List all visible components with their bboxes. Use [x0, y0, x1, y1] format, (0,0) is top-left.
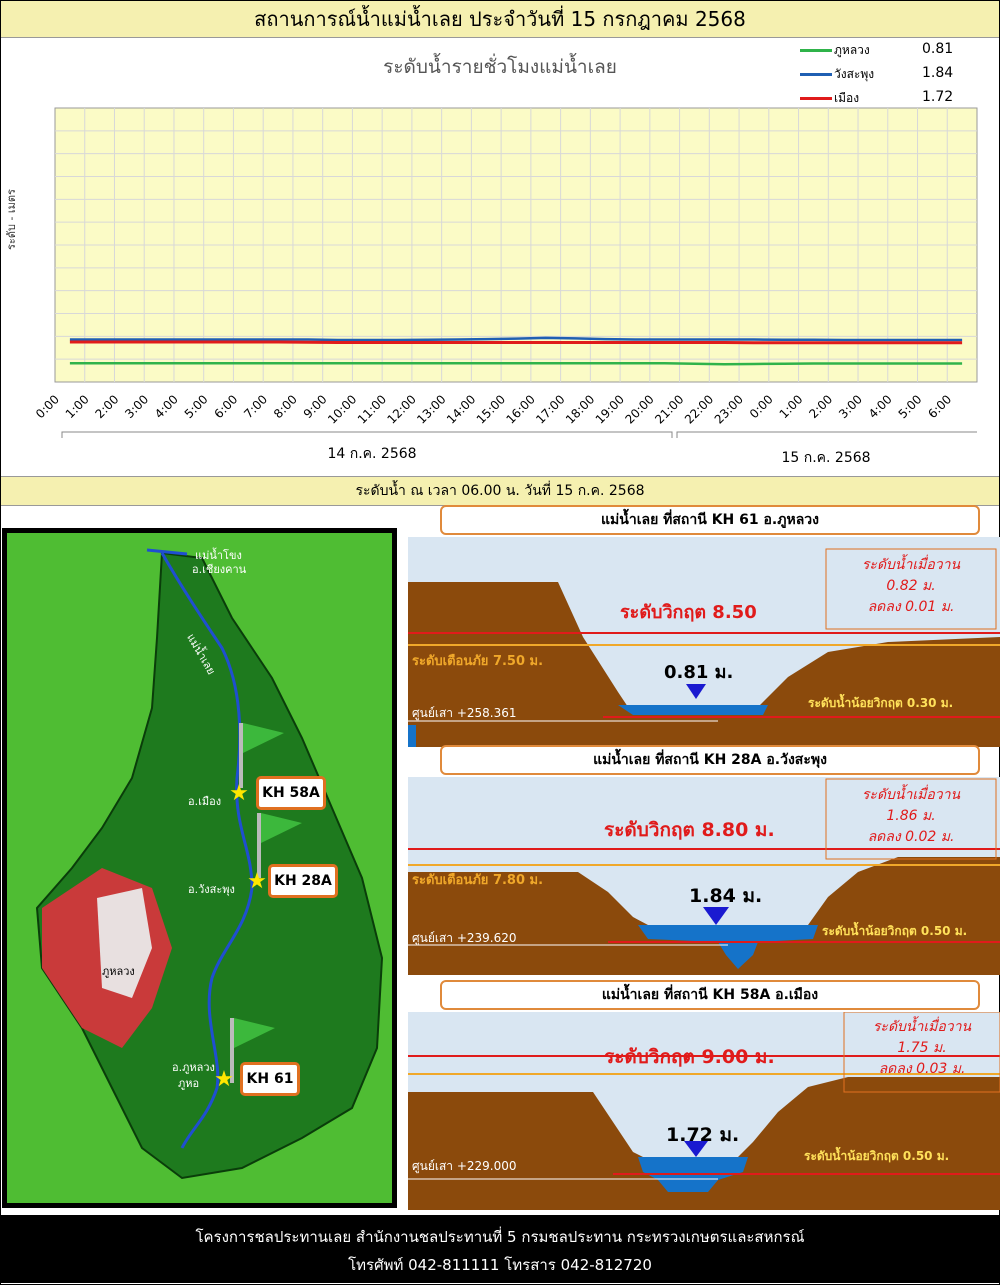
x-tick-label: 6:00: [211, 392, 240, 421]
x-tick-label: 23:00: [712, 392, 746, 426]
x-tick-label: 17:00: [533, 392, 567, 426]
low-critical-label: ระดับน้ำน้อยวิกฤต 0.30 ม.: [808, 696, 954, 710]
map-label-wang-saphung: อ.วังสะพุง: [188, 883, 235, 896]
star-icon: ★: [247, 869, 267, 894]
x-tick-label: 1:00: [63, 392, 92, 421]
x-tick-label: 19:00: [593, 392, 627, 426]
x-tick-label: 6:00: [925, 392, 954, 421]
x-tick-label: 1:00: [777, 392, 806, 421]
level-change: ลดลง 0.02 ม.: [867, 829, 955, 845]
warning-level-label: ระดับเตือนภัย 7.80 ม.: [412, 873, 544, 888]
yesterday-value: 1.86 ม.: [886, 808, 936, 824]
map-label-chiang-khan: อ.เชียงคาน: [192, 563, 247, 576]
yesterday-label: ระดับน้ำเมื่อวาน: [861, 787, 961, 803]
xs-panel-kh58a: ระดับวิกฤต 9.00 ม. 1.72 ม. ศูนย์เสา +229…: [408, 1012, 1000, 1210]
station-badge-kh28a: KH 28A: [268, 864, 338, 898]
level-change: ลดลง 0.01 ม.: [867, 599, 955, 615]
xs-panel-kh61: ระดับวิกฤต 8.50 ระดับเตือนภัย 7.50 ม. 0.…: [408, 537, 1000, 747]
date-group-brackets: [61, 431, 977, 438]
xs-header-kh58a: แม่น้ำเลย ที่สถานี KH 58A อ.เมือง: [440, 980, 980, 1010]
x-tick-label: 14:00: [444, 392, 478, 426]
x-tick-label: 4:00: [152, 392, 181, 421]
xs-header-kh61: แม่น้ำเลย ที่สถานี KH 61 อ.ภูหลวง: [440, 505, 980, 535]
x-tick-label: 7:00: [241, 392, 270, 421]
station-badge-kh61: KH 61: [240, 1062, 300, 1096]
footer-line-1: โครงการชลประทานเลย สำนักงานชลประทานที่ 5…: [195, 1228, 805, 1246]
footer: โครงการชลประทานเลย สำนักงานชลประทานที่ 5…: [1, 1215, 999, 1283]
x-tick-label: 2:00: [93, 392, 122, 421]
series-line: [69, 340, 963, 345]
x-tick-label: 16:00: [504, 392, 538, 426]
critical-level-label: ระดับวิกฤต 9.00 ม.: [604, 1046, 775, 1068]
gauge-zero-label: ศูนย์เสา +239.620: [412, 931, 517, 945]
x-tick-label: 13:00: [414, 392, 448, 426]
current-level-label: 1.84 ม.: [689, 885, 763, 907]
map-label-phu-ho: ภูหอ: [178, 1077, 200, 1090]
x-tick-label: 22:00: [682, 392, 716, 426]
critical-level-label: ระดับวิกฤต 8.50: [620, 602, 757, 623]
x-tick-label: 10:00: [325, 392, 359, 426]
low-critical-label: ระดับน้ำน้อยวิกฤต 0.50 ม.: [804, 1149, 950, 1163]
x-tick-label: 21:00: [652, 392, 686, 426]
level-change: ลดลง 0.03 ม.: [878, 1061, 966, 1077]
x-tick-label: 5:00: [182, 392, 211, 421]
x-tick-label: 0:00: [747, 392, 776, 421]
map-label-phu-luang-mountain: ภูหลวง: [102, 965, 135, 978]
gauge-zero-label: ศูนย์เสา +258.361: [412, 706, 517, 720]
x-tick-label: 8:00: [271, 392, 300, 421]
gauge-zero-label: ศูนย์เสา +229.000: [412, 1159, 517, 1173]
xs-header-kh28a: แม่น้ำเลย ที่สถานี KH 28A อ.วังสะพุง: [440, 745, 980, 775]
x-tick-label: 4:00: [866, 392, 895, 421]
flag-pole: [239, 723, 243, 788]
water-shape: [618, 705, 768, 715]
x-tick-label: 5:00: [896, 392, 925, 421]
section-title: ระดับน้ำ ณ เวลา 06.00 น. วันที่ 15 ก.ค. …: [1, 476, 999, 506]
date-group-label: 15 ก.ค. 2568: [781, 450, 870, 466]
x-tick-label: 3:00: [122, 392, 151, 421]
yesterday-value: 0.82 ม.: [886, 578, 936, 594]
series-line: [69, 362, 963, 366]
star-icon: ★: [229, 781, 249, 806]
footer-line-2: โทรศัพท์ 042-811111 โทรสาร 042-812720: [348, 1256, 652, 1274]
yesterday-label: ระดับน้ำเมื่อวาน: [861, 557, 961, 573]
warning-level-label: ระดับเตือนภัย 7.50 ม.: [412, 654, 544, 669]
x-tick-label: 3:00: [836, 392, 865, 421]
x-tick-label: 2:00: [806, 392, 835, 421]
yesterday-label: ระดับน้ำเมื่อวาน: [872, 1019, 972, 1035]
star-icon: ★: [214, 1067, 234, 1092]
x-tick-label: 11:00: [355, 392, 389, 426]
x-tick-label: 20:00: [622, 392, 656, 426]
map-panel: ★ ★ ★ แม่น้ำโขง อ.เชียงคาน แม่น้ำเลย อ.เ…: [2, 528, 397, 1208]
xs-panel-kh28a: ระดับวิกฤต 8.80 ม. ระดับเตือนภัย 7.80 ม.…: [408, 777, 1000, 975]
x-tick-label: 18:00: [563, 392, 597, 426]
current-level-label: 0.81 ม.: [664, 662, 734, 683]
low-critical-label: ระดับน้ำน้อยวิกฤต 0.50 ม.: [822, 924, 968, 938]
critical-level-label: ระดับวิกฤต 8.80 ม.: [604, 819, 775, 841]
gauge-edge: [408, 725, 416, 747]
x-tick-label: 15:00: [474, 392, 508, 426]
current-level-label: 1.72 ม.: [666, 1124, 740, 1146]
map-label-mueang: อ.เมือง: [188, 795, 222, 808]
station-badge-kh58a: KH 58A: [256, 776, 326, 810]
date-group-label: 14 ก.ค. 2568: [327, 446, 416, 462]
x-tick-label: 0:00: [33, 392, 62, 421]
x-tick-label: 12:00: [385, 392, 419, 426]
yesterday-value: 1.75 ม.: [897, 1040, 947, 1056]
line-chart: 0:00 1:00 2:00 3:00 4:00 5:00 6:00 7:00 8:00 9:00…: [33, 107, 978, 466]
